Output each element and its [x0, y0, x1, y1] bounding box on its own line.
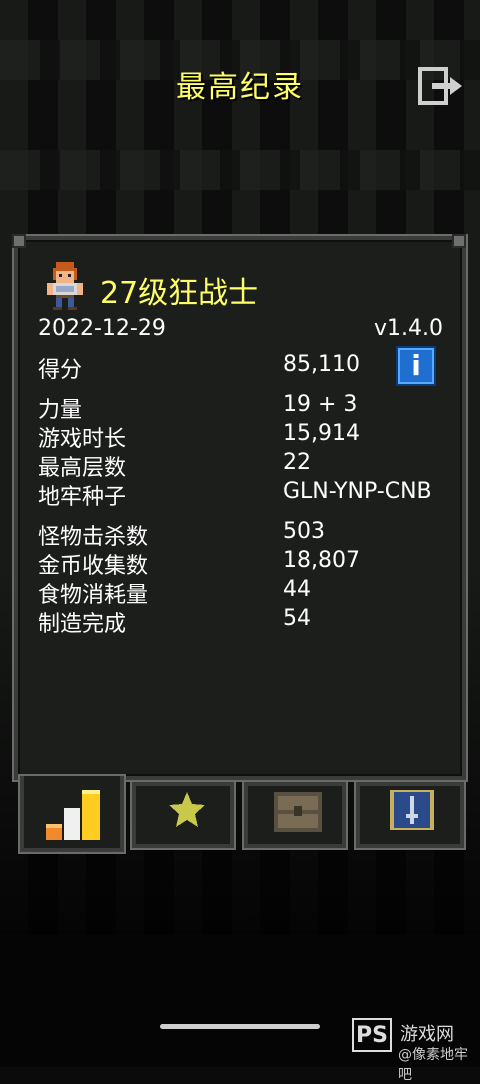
- stat-label: 怪物击杀数: [38, 525, 149, 550]
- bar-chart-icon: [46, 790, 100, 840]
- stat-label: 最高层数: [38, 456, 127, 481]
- panel-corner: [452, 234, 466, 248]
- exit-button[interactable]: [418, 66, 466, 106]
- stat-row-strength: 力量 19 + 3: [38, 392, 458, 423]
- stat-label: 游戏时长: [38, 427, 127, 452]
- info-button[interactable]: i: [396, 346, 436, 386]
- stat-row-max-depth: 最高层数 22: [38, 450, 458, 481]
- stat-label: 地牢种子: [38, 485, 127, 510]
- tab-items[interactable]: [244, 782, 346, 848]
- stat-value: 19 + 3: [283, 392, 358, 417]
- stat-row-food: 食物消耗量 44: [38, 577, 458, 608]
- watermark-tagline: @像素地牢吧: [398, 1047, 468, 1083]
- tab-journal[interactable]: [356, 782, 464, 848]
- info-icon: i: [411, 349, 421, 382]
- watermark: PS 游戏网 @像素地牢吧: [352, 1018, 474, 1083]
- home-indicator[interactable]: [160, 1024, 320, 1029]
- panel-corner: [12, 234, 26, 248]
- stat-row-duration: 游戏时长 15,914: [38, 421, 458, 452]
- stat-value: 85,110: [283, 352, 360, 377]
- stat-row-gold: 金币收集数 18,807: [38, 548, 458, 579]
- exit-door-icon: [418, 67, 462, 105]
- stat-label: 金币收集数: [38, 554, 149, 579]
- stat-value: 44: [283, 577, 311, 602]
- tab-badges[interactable]: [132, 782, 234, 848]
- stat-value: 18,807: [283, 548, 360, 573]
- stat-label: 食物消耗量: [38, 583, 149, 608]
- tab-stats[interactable]: [20, 776, 124, 852]
- stat-value: 503: [283, 519, 325, 544]
- background-arch-row: [0, 150, 480, 190]
- stat-label: 制造完成: [38, 612, 127, 637]
- page-title: 最高纪录: [176, 70, 304, 105]
- stat-row-crafting: 制造完成 54: [38, 606, 458, 637]
- stat-label: 力量: [38, 398, 83, 423]
- hero-title: 27级狂战士: [100, 276, 259, 311]
- stat-value: 22: [283, 450, 311, 475]
- stat-value: 15,914: [283, 421, 360, 446]
- stat-row-kills: 怪物击杀数 503: [38, 519, 458, 550]
- stat-row-score: 得分 85,110: [38, 352, 458, 383]
- warrior-sprite-icon: [44, 262, 86, 310]
- star-icon: [169, 792, 205, 827]
- stat-label: 得分: [38, 358, 83, 383]
- watermark-badge: PS: [352, 1018, 392, 1052]
- journal-icon: [390, 790, 434, 830]
- chest-icon: [274, 792, 322, 832]
- stat-value: 54: [283, 606, 311, 631]
- record-date: 2022-12-29: [38, 316, 166, 341]
- stat-row-seed: 地牢种子 GLN-YNP-CNB: [38, 479, 458, 510]
- game-version: v1.4.0: [374, 316, 443, 341]
- watermark-site: 游戏网: [400, 1024, 454, 1045]
- stat-value: GLN-YNP-CNB: [283, 479, 432, 504]
